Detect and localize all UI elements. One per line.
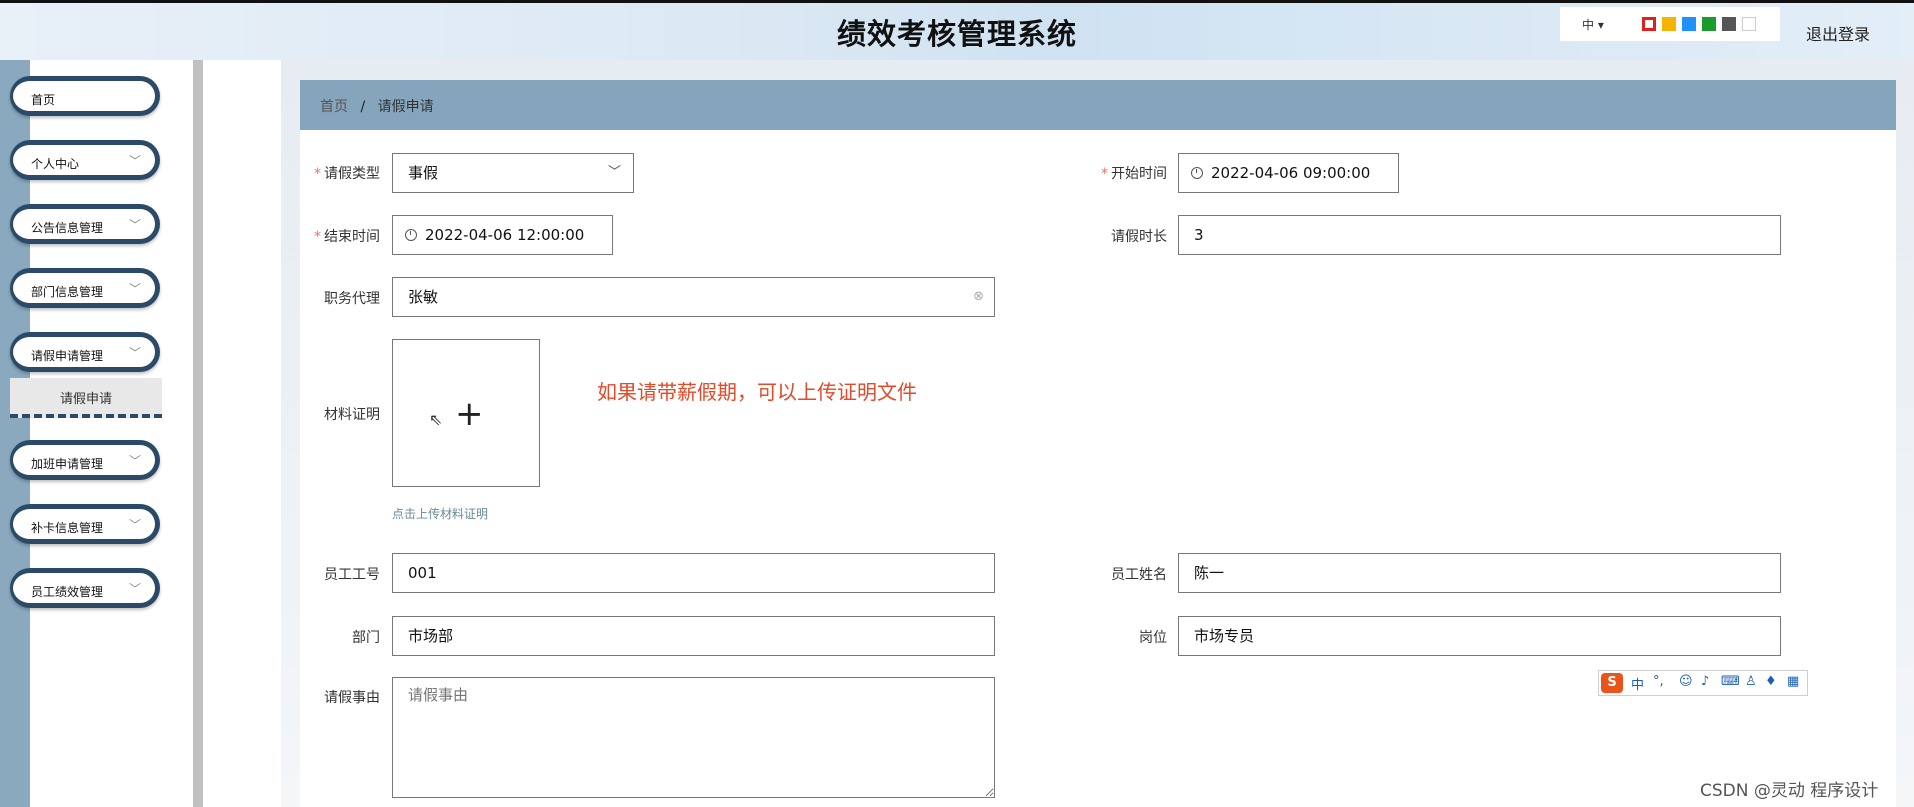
emp-no-input[interactable]: 001 [392,553,995,593]
sidebar-item-label: 个人中心 [31,157,80,171]
sidebar-item-department[interactable]: 部门信息管理 ﹀ [10,268,160,308]
start-time-picker[interactable]: 2022-04-06 09:00:00 [1178,153,1399,193]
user-icon[interactable]: ♙ [1745,674,1757,689]
sidebar-item-clock-fix[interactable]: 补卡信息管理 ﹀ [10,504,160,544]
upload-material-button[interactable]: + ⇖ [392,339,540,487]
ime-toolbar[interactable]: S 中 °, ☺ ♪ ⌨ ♙ ♦ ▦ [1598,670,1808,696]
upload-hint: 点击上传材料证明 [392,507,489,521]
chevron-down-icon: ﹀ [128,346,141,360]
dept-input[interactable]: 市场部 [392,616,995,656]
skin-icon[interactable]: ♦ [1765,674,1777,689]
end-time-label: * 结束时间 [314,229,380,245]
reason-textarea[interactable] [392,677,995,798]
sidebar-item-label: 加班申请管理 [31,457,104,471]
sidebar: 首页 个人中心 ﹀ 公告信息管理 ﹀ 部门信息管理 ﹀ 请假申请管理 ﹀ 请假申… [0,60,203,807]
ime-lang[interactable]: 中 [1631,674,1644,693]
grid-icon[interactable]: ▦ [1787,674,1799,689]
emp-name-label: 员工姓名 [1111,567,1167,583]
content-gap [203,60,281,807]
chevron-down-icon: ﹀ [128,454,141,468]
end-time-picker[interactable]: 2022-04-06 12:00:00 [392,215,613,255]
emp-name-input[interactable]: 陈一 [1178,553,1781,593]
required-star: * [314,166,321,182]
clock-icon [405,229,417,241]
theme-picker: 中 ▾ [1560,7,1780,41]
start-time-value: 2022-04-06 09:00:00 [1211,164,1371,182]
theme-swatch-blue[interactable] [1682,17,1696,31]
chevron-down-icon: ﹀ [128,518,141,532]
chevron-down-icon: ﹀ [128,218,141,232]
duration-label: 请假时长 [1111,229,1167,245]
reason-label: 请假事由 [324,690,380,706]
breadcrumb-home[interactable]: 首页 [320,99,348,115]
end-time-value: 2022-04-06 12:00:00 [425,226,585,244]
mouse-cursor-icon: ⇖ [429,410,443,429]
sidebar-item-performance[interactable]: 员工绩效管理 ﹀ [10,568,160,608]
agent-input[interactable]: 张敏 ⊗ [392,277,995,317]
annotation-note: 如果请带薪假期，可以上传证明文件 [597,380,917,404]
sidebar-item-overtime[interactable]: 加班申请管理 ﹀ [10,440,160,480]
language-select[interactable]: 中 ▾ [1582,16,1604,33]
emoji-icon[interactable]: ☺ [1679,674,1693,689]
leave-type-value: 事假 [408,164,439,182]
leave-type-select[interactable]: 事假 ﹀ [392,153,634,193]
sidebar-item-label: 补卡信息管理 [31,521,104,535]
breadcrumb: 首页 / 请假申请 [320,96,434,116]
sidebar-item-notice[interactable]: 公告信息管理 ﹀ [10,204,160,244]
breadcrumb-current: 请假申请 [377,99,434,115]
post-label: 岗位 [1139,630,1167,646]
top-bar: 绩效考核管理系统 中 ▾ 退出登录 [0,0,1914,60]
theme-swatch-red[interactable] [1642,17,1656,31]
theme-swatch-gray[interactable] [1722,17,1736,31]
sidebar-item-label: 公告信息管理 [31,221,104,235]
leave-type-label: * 请假类型 [314,166,380,182]
plus-icon: + [455,394,484,434]
material-label: 材料证明 [324,407,380,423]
theme-swatch-yellow[interactable] [1662,17,1676,31]
sidebar-divider [193,60,203,807]
sidebar-item-label: 员工绩效管理 [31,585,104,599]
emp-no-label: 员工工号 [324,567,380,583]
sidebar-item-label: 首页 [31,93,56,107]
sidebar-item-label: 部门信息管理 [31,285,104,299]
logout-button[interactable]: 退出登录 [1806,21,1870,45]
start-time-label: * 开始时间 [1101,166,1167,182]
chevron-down-icon: ﹀ [128,582,141,596]
chevron-down-icon: ﹀ [607,165,621,180]
chevron-down-icon: ﹀ [128,282,141,296]
punctuation-icon[interactable]: °, [1653,674,1664,689]
breadcrumb-separator: / [360,99,366,115]
sidebar-subitem-leave-apply[interactable]: 请假申请 [10,378,162,418]
theme-swatch-white[interactable] [1742,17,1756,31]
sidebar-item-label: 请假申请管理 [31,349,104,363]
duration-input[interactable]: 3 [1178,215,1781,255]
sidebar-item-home[interactable]: 首页 [10,76,160,116]
dept-label: 部门 [352,630,380,646]
breadcrumb-bar: 首页 / 请假申请 [300,80,1896,130]
sidebar-item-personal-center[interactable]: 个人中心 ﹀ [10,140,160,180]
chevron-down-icon: ﹀ [128,154,141,168]
keyboard-icon[interactable]: ⌨ [1721,674,1740,689]
post-input[interactable]: 市场专员 [1178,616,1781,656]
sogou-logo-icon: S [1601,673,1623,693]
theme-swatch-green[interactable] [1702,17,1716,31]
agent-value: 张敏 [408,288,439,306]
required-star: * [1101,166,1108,182]
sidebar-item-leave[interactable]: 请假申请管理 ﹀ [10,332,160,372]
clear-icon[interactable]: ⊗ [973,278,984,316]
microphone-icon[interactable]: ♪ [1701,674,1709,689]
agent-label: 职务代理 [324,291,380,307]
watermark: CSDN @灵动 程序设计 [1700,781,1879,801]
clock-icon [1191,167,1203,179]
required-star: * [314,229,321,245]
